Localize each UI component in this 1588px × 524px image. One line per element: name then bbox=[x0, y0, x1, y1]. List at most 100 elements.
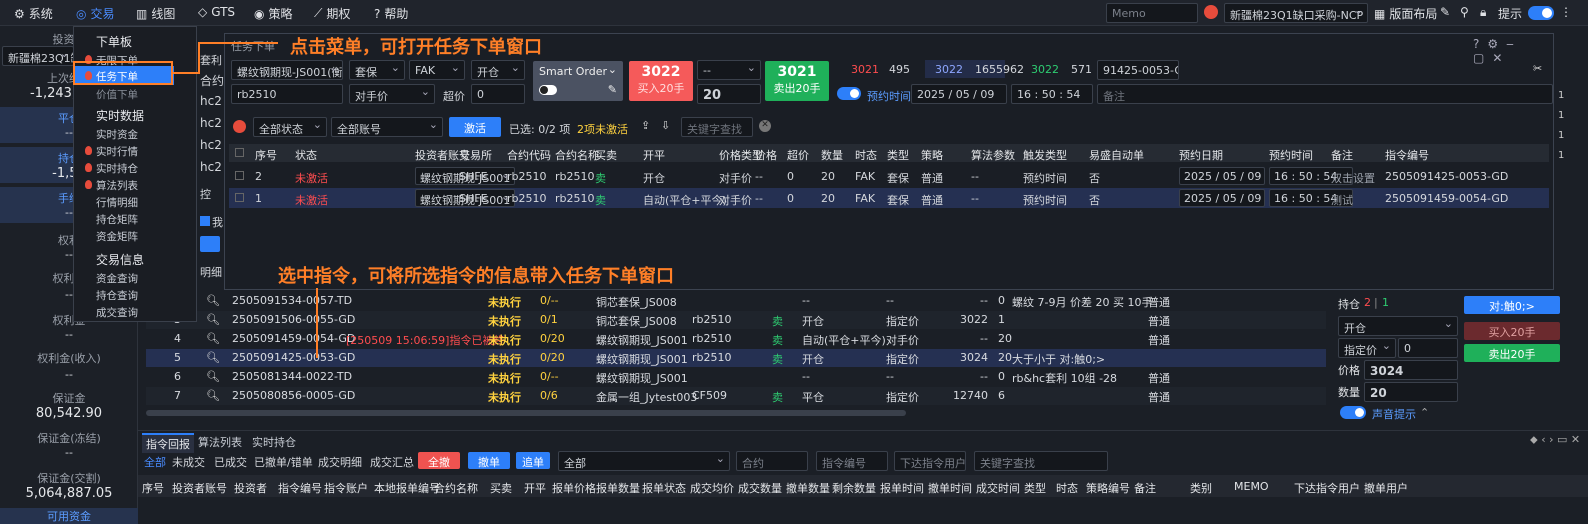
open-close-select[interactable]: 开仓 bbox=[471, 60, 525, 80]
menu-item-trade-query[interactable]: 成交查询 bbox=[96, 305, 138, 320]
bg-checkbox[interactable] bbox=[200, 216, 210, 226]
hint-toggle[interactable] bbox=[1528, 6, 1554, 20]
more-icon[interactable]: ⋮ bbox=[1560, 5, 1572, 19]
note-input[interactable]: 备注 bbox=[1097, 84, 1553, 104]
delete-icon[interactable] bbox=[233, 120, 246, 133]
dialog-table-row[interactable]: 1未激活螺纹钢期现-JS001SHFErb2510rb2510卖自动(平仓+平今… bbox=[229, 188, 1549, 208]
search-icon[interactable]: 🔍︎ bbox=[206, 351, 220, 364]
lock-icon[interactable]: 🔒︎ bbox=[1480, 5, 1486, 20]
user-filter-input[interactable]: 下达指令用户 bbox=[894, 451, 966, 471]
filter-trade-summary[interactable]: 成交汇总 bbox=[370, 454, 414, 470]
hint-button[interactable]: 提示 bbox=[1498, 5, 1522, 22]
pin-icon[interactable]: ✎ bbox=[1440, 5, 1450, 19]
chase-button[interactable]: 追单 bbox=[516, 452, 550, 469]
trash-icon[interactable] bbox=[1204, 5, 1218, 19]
cancel-all-button[interactable]: 全撤 bbox=[418, 452, 460, 469]
filter-trade-detail[interactable]: 成交明细 bbox=[318, 454, 362, 470]
table-row[interactable]: 🔍︎ 5 2505091425-0053-GD 未执行 0/20 螺纹钢期现_JS001 r… bbox=[146, 349, 1326, 367]
menu-item-realtime-funds[interactable]: 实时资金 bbox=[96, 127, 138, 142]
menu-trade[interactable]: ◎ 交易 bbox=[76, 5, 115, 22]
bottom-window-controls[interactable]: ⬥ ‹ › ▭ ✕ bbox=[1530, 433, 1580, 447]
cancel-button[interactable]: 撤单 bbox=[468, 452, 510, 469]
menu-item-algo-list[interactable]: 算法列表 bbox=[85, 178, 138, 193]
keyword-filter-input[interactable]: 关键字查找 bbox=[974, 451, 1108, 471]
download-icon[interactable]: ⇩ bbox=[661, 119, 670, 132]
price-type-select[interactable]: 指定价 bbox=[1338, 338, 1396, 358]
row-date-input[interactable]: 2025 / 05 / 09 bbox=[1179, 189, 1265, 207]
search-icon[interactable]: 🔍︎ bbox=[206, 370, 220, 383]
upload-icon[interactable]: ⇪ bbox=[641, 119, 650, 132]
timing-select[interactable]: FAK bbox=[409, 60, 465, 80]
menu-item-position-matrix[interactable]: 持仓矩阵 bbox=[96, 212, 138, 227]
table-row[interactable]: 🔍︎ 4 2505091459-0054-GD [250509 15:06:59]指令… bbox=[146, 330, 1326, 348]
pushpin-icon[interactable]: ⚲ bbox=[1460, 5, 1469, 19]
clear-icon[interactable]: ✕ bbox=[759, 120, 771, 132]
row-date-input[interactable]: 2025 / 05 / 09 bbox=[1179, 167, 1265, 185]
filter-unfilled[interactable]: 未成交 bbox=[172, 454, 205, 470]
menu-item-quote-detail[interactable]: 行情明细 bbox=[96, 195, 138, 210]
keyword-search-input[interactable]: 关键字查找 bbox=[681, 117, 753, 137]
dialog-table-row[interactable]: 2未激活螺纹钢期现-JS001SHFErb2510rb2510卖开仓对手价--0… bbox=[229, 166, 1549, 186]
schedule-toggle[interactable] bbox=[837, 87, 861, 100]
table-row[interactable]: 🔍︎32505091506-0055-GD未执行0/1铜芯套保_JS008rb2… bbox=[146, 311, 1326, 329]
menu-item-realtime-position[interactable]: 实时持仓 bbox=[85, 161, 138, 176]
smart-order-box[interactable]: Smart Order ⌄ ✎ bbox=[533, 61, 623, 101]
filter-all[interactable]: 全部 bbox=[144, 454, 166, 470]
select-all-checkbox[interactable] bbox=[235, 148, 244, 157]
table-row[interactable]: 🔍︎ 6 2505081344-0022-TD 未执行 0/-- 螺纹钢期现_JS001 -… bbox=[146, 368, 1326, 386]
menu-option[interactable]: ⟋ 期权 bbox=[314, 5, 350, 22]
filter-cancelled[interactable]: 已撤单/错单 bbox=[254, 454, 313, 470]
buy-button[interactable]: 买入20手 bbox=[1464, 322, 1560, 340]
search-icon[interactable]: 🔍︎ bbox=[206, 332, 220, 345]
investor-select[interactable]: 新疆棉23Q1缺口 bbox=[2, 46, 74, 66]
chevron-up-icon[interactable]: ⌃ bbox=[1420, 406, 1429, 419]
bg-button[interactable] bbox=[200, 236, 220, 252]
status-filter-select[interactable]: 全部状态 bbox=[253, 117, 327, 137]
account-filter-select[interactable]: 全部账号 bbox=[331, 117, 443, 137]
menu-help[interactable]: ? 帮助 bbox=[374, 5, 408, 22]
filter-filled[interactable]: 已成交 bbox=[214, 454, 247, 470]
table-row[interactable]: 🔍︎ 7 2505080856-0005-GD 未执行 0/6 金属一组_Jytest00… bbox=[146, 387, 1326, 405]
menu-item-funds-query[interactable]: 资金查询 bbox=[96, 271, 138, 286]
tab-realtime-position[interactable]: 实时持仓 bbox=[252, 434, 296, 450]
memo-input[interactable]: Memo bbox=[1106, 3, 1198, 23]
qty-input[interactable]: 20 bbox=[1364, 382, 1458, 402]
tab-order-report[interactable]: 指令回报 bbox=[142, 433, 194, 453]
tab-algo-list[interactable]: 算法列表 bbox=[198, 434, 242, 450]
schedule-time-input[interactable]: 16 : 50 : 54 bbox=[1011, 84, 1093, 104]
menu-item-position-query[interactable]: 持仓查询 bbox=[96, 288, 138, 303]
open-close-select[interactable]: 开仓 bbox=[1338, 316, 1458, 336]
sell-button[interactable]: 卖出20手 bbox=[1464, 344, 1560, 362]
menu-system[interactable]: ⚙ 系统 bbox=[14, 5, 53, 22]
menu-strategy[interactable]: ◉ 策略 bbox=[254, 5, 293, 22]
over-price-input[interactable]: 0 bbox=[1398, 338, 1458, 358]
menu-item-funds-matrix[interactable]: 资金矩阵 bbox=[96, 229, 138, 244]
sound-toggle[interactable] bbox=[1340, 406, 1366, 419]
instruction-id-filter-input[interactable]: 指令编号 bbox=[816, 451, 888, 471]
hedge-select[interactable]: 套保 bbox=[349, 60, 405, 80]
row-checkbox[interactable] bbox=[235, 171, 244, 180]
menu-item-realtime-quotes[interactable]: 实时行情 bbox=[85, 144, 138, 159]
search-icon[interactable]: 🔍︎ bbox=[206, 294, 220, 307]
menu-item-value-order[interactable]: 价值下单 bbox=[96, 87, 138, 102]
search-icon[interactable]: 🔍︎ bbox=[206, 313, 220, 326]
schedule-date-input[interactable]: 2025 / 05 / 09 bbox=[911, 84, 1007, 104]
horizontal-scrollbar[interactable] bbox=[146, 410, 906, 416]
buy-20-button[interactable]: 3022 买入20手 bbox=[629, 61, 693, 101]
qty-stepper[interactable]: 20 bbox=[697, 84, 761, 104]
bottom-account-select[interactable]: 全部 bbox=[558, 451, 730, 471]
menu-gts[interactable]: ◇ GTS bbox=[198, 5, 235, 19]
dialog-account-select[interactable]: 螺纹钢期现-JS001(衡 bbox=[231, 60, 343, 80]
activate-button[interactable]: 激活 bbox=[449, 117, 501, 137]
table-row[interactable]: 🔍︎ 2505091534-0057-TD 未执行 0/-- 铜芯套保_JS008 -- -… bbox=[146, 292, 1326, 310]
dialog-window-controls[interactable]: ?⚙‒▢✕ bbox=[1473, 37, 1553, 65]
smart-order-toggle[interactable] bbox=[539, 85, 557, 95]
layout-button[interactable]: ▦ 版面布局 bbox=[1374, 5, 1437, 22]
sell-20-button[interactable]: 3021 卖出20手 bbox=[765, 61, 829, 101]
over-price-input[interactable]: 0 bbox=[471, 84, 525, 104]
account-select[interactable]: 新疆棉23Q1缺口采购-NCP bbox=[1224, 3, 1368, 23]
price-type-select[interactable]: 对手价 bbox=[349, 84, 435, 104]
instruction-code-field[interactable]: 91425-0053-GD bbox=[1097, 60, 1179, 80]
price-input[interactable]: 3024 bbox=[1364, 360, 1458, 380]
search-icon[interactable]: 🔍︎ bbox=[206, 389, 220, 402]
